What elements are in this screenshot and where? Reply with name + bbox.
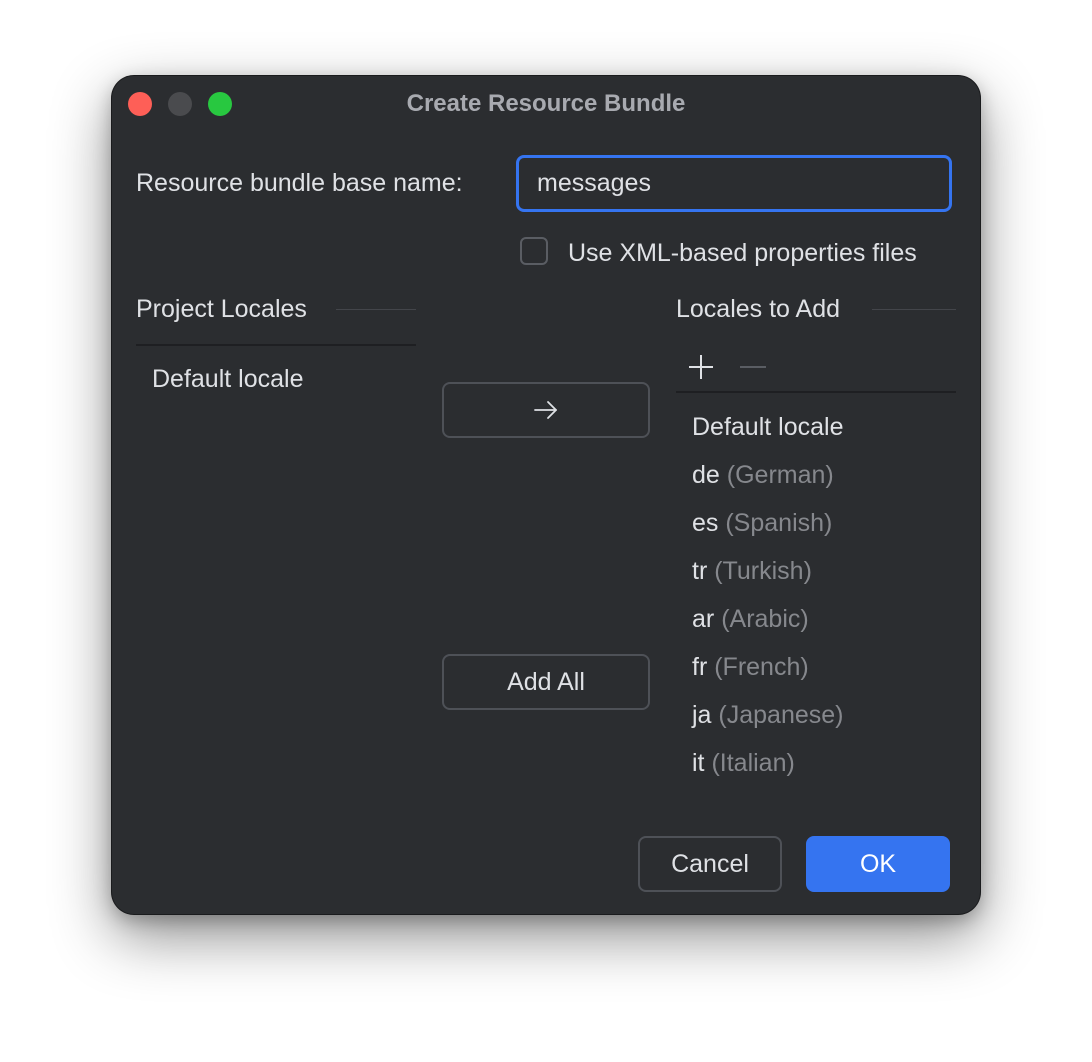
move-selected-button[interactable] <box>442 382 650 438</box>
xml-properties-checkbox-label[interactable]: Use XML-based properties files <box>568 239 917 268</box>
locale-language-name: (German) <box>726 461 834 489</box>
xml-properties-checkbox[interactable] <box>520 237 548 265</box>
dialog-title: Create Resource Bundle <box>406 90 686 117</box>
locale-code: ar <box>692 605 715 633</box>
project-locale-item[interactable]: Default locale <box>152 365 303 394</box>
remove-locale-button[interactable] <box>738 352 768 382</box>
locale-code: de <box>692 461 720 489</box>
arrow-right-icon <box>534 401 557 419</box>
locale-to-add-item[interactable]: de (German) <box>692 461 834 490</box>
locale-to-add-item[interactable]: tr (Turkish) <box>692 557 812 586</box>
base-name-label: Resource bundle base name: <box>136 169 463 197</box>
locale-code: it <box>692 749 705 777</box>
locale-language-name: (Spanish) <box>725 509 833 537</box>
locale-to-add-item[interactable]: fr (French) <box>692 653 809 682</box>
locale-code: Default locale <box>692 413 844 441</box>
locale-code: ja <box>692 701 712 729</box>
locales-to-add-header-divider <box>872 309 956 310</box>
locales-to-add-list-top-border <box>676 391 956 393</box>
locale-to-add-item[interactable]: ar (Arabic) <box>692 605 809 634</box>
locale-code: fr <box>692 653 708 681</box>
project-locales-header: Project Locales <box>136 295 307 323</box>
locale-to-add-item[interactable]: ja (Japanese) <box>692 701 844 730</box>
locale-to-add-item[interactable]: Default locale <box>692 413 843 442</box>
cancel-button[interactable]: Cancel <box>638 836 782 892</box>
minus-icon <box>740 366 766 368</box>
locale-code: es <box>692 509 719 537</box>
locale-to-add-item[interactable]: es (Spanish) <box>692 509 832 538</box>
base-name-input[interactable] <box>516 155 952 212</box>
locale-code: tr <box>692 557 708 585</box>
add-all-button[interactable]: Add All <box>442 654 650 710</box>
locale-language-name: (Italian) <box>711 749 795 777</box>
title-bar: Create Resource Bundle <box>112 76 980 132</box>
project-locales-header-divider <box>336 309 416 310</box>
locale-language-name: (Turkish) <box>714 557 812 585</box>
locale-to-add-item[interactable]: it (Italian) <box>692 749 795 778</box>
locale-language-name: (French) <box>714 653 809 681</box>
plus-icon <box>689 355 713 379</box>
ok-button[interactable]: OK <box>806 836 950 892</box>
locale-language-name: (Arabic) <box>721 605 809 633</box>
project-locales-list-top-border <box>136 344 416 346</box>
add-locale-button[interactable] <box>686 352 716 382</box>
locale-language-name: (Japanese) <box>718 701 844 729</box>
locales-to-add-header: Locales to Add <box>676 295 841 323</box>
create-resource-bundle-dialog: Create Resource Bundle Resource bundle b… <box>112 76 980 914</box>
